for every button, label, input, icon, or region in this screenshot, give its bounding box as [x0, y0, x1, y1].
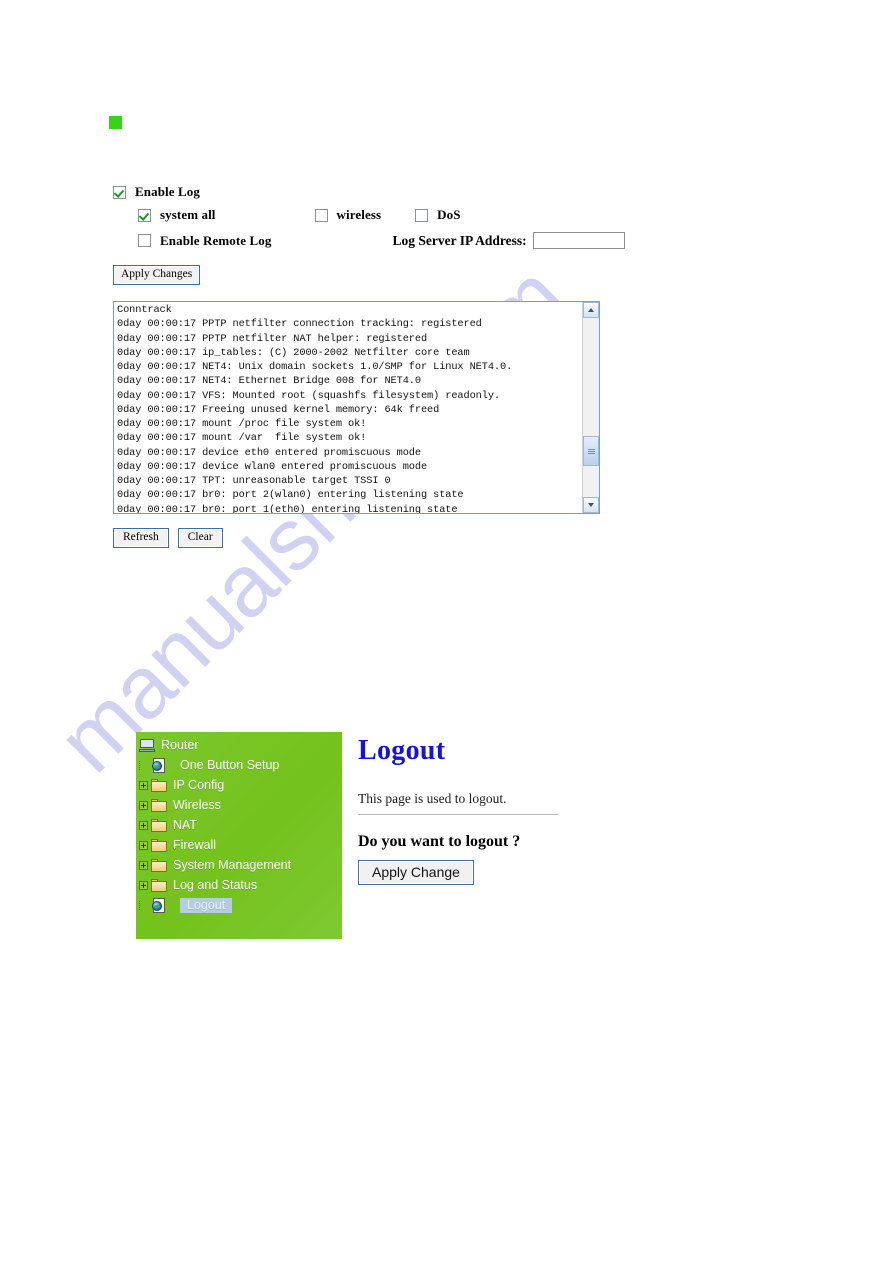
log-server-ip-input[interactable] [532, 232, 625, 249]
expand-plus-icon[interactable] [139, 860, 148, 870]
sidebar-label-one-button-setup: One Button Setup [180, 758, 280, 772]
page-description: This page is used to logout. [358, 791, 558, 815]
wireless-checkbox[interactable] [314, 208, 328, 222]
sidebar-item-ip-config[interactable]: IP Config [136, 775, 342, 795]
log-server-ip-label: Log Server IP Address: [392, 232, 527, 248]
wireless-label: wireless [336, 207, 382, 222]
grip-icon [587, 448, 595, 454]
enable-log-checkbox[interactable] [113, 185, 126, 199]
sidebar-item-firewall[interactable]: Firewall [136, 835, 342, 855]
expand-plus-icon[interactable] [139, 800, 148, 810]
tree-spacer [139, 760, 149, 770]
router-admin-panel: Router One Button Setup IP Config Wirele… [136, 732, 582, 939]
clear-button[interactable]: Clear [177, 528, 223, 548]
log-types-row: system all wireless DoS [138, 207, 613, 223]
logout-question: Do you want to logout ? [358, 833, 521, 850]
sidebar-label-router: Router [161, 738, 199, 752]
sidebar-label-logout: Logout [180, 897, 233, 913]
system-log-content: Conntrack 0day 00:00:17 PPTP netfilter c… [117, 304, 513, 513]
sidebar-item-logout[interactable]: Logout [136, 895, 342, 915]
section-bullet-marker [109, 116, 122, 129]
sidebar-item-wireless[interactable]: Wireless [136, 795, 342, 815]
sidebar-label-wireless: Wireless [173, 798, 221, 812]
log-action-buttons: Refresh Clear [113, 528, 223, 548]
folder-icon [151, 778, 167, 792]
page-globe-icon [152, 757, 166, 773]
sidebar-item-log-and-status[interactable]: Log and Status [136, 875, 342, 895]
sidebar-label-log-and-status: Log and Status [173, 878, 258, 892]
sidebar-item-router[interactable]: Router [136, 735, 342, 755]
scroll-down-button[interactable] [583, 497, 599, 513]
sidebar-item-system-management[interactable]: System Management [136, 855, 342, 875]
sidebar-label-nat: NAT [173, 818, 198, 832]
monitor-icon [139, 738, 155, 752]
folder-icon [151, 798, 167, 812]
scrollbar-thumb[interactable] [583, 436, 599, 466]
chevron-up-icon [588, 308, 594, 312]
page-globe-icon [152, 897, 166, 913]
folder-icon [151, 838, 167, 852]
chevron-down-icon [588, 503, 594, 507]
navigation-sidebar: Router One Button Setup IP Config Wirele… [136, 732, 342, 939]
folder-icon [151, 818, 167, 832]
enable-remote-log-checkbox[interactable] [138, 234, 151, 247]
enable-log-row: Enable Log [113, 184, 613, 200]
sidebar-label-firewall: Firewall [173, 838, 217, 852]
expand-plus-icon[interactable] [139, 840, 148, 850]
sidebar-label-ip-config: IP Config [173, 778, 225, 792]
enable-remote-log-label: Enable Remote Log [160, 232, 272, 248]
remote-log-row: Enable Remote Log Log Server IP Address: [138, 232, 625, 249]
system-log-textarea[interactable]: Conntrack 0day 00:00:17 PPTP netfilter c… [113, 301, 600, 514]
log-settings-form: Enable Log system all wireless DoS Enabl… [113, 184, 625, 249]
system-all-checkbox[interactable] [138, 208, 151, 222]
dos-checkbox[interactable] [415, 208, 429, 222]
expand-plus-icon[interactable] [139, 780, 148, 790]
enable-log-label: Enable Log [135, 184, 200, 199]
apply-change-button[interactable]: Apply Change [358, 860, 474, 885]
expand-plus-icon[interactable] [139, 820, 148, 830]
system-all-label: system all [160, 207, 216, 222]
log-scrollbar[interactable] [582, 302, 599, 513]
apply-changes-button[interactable]: Apply Changes [113, 265, 201, 285]
logout-content-pane: Logout This page is used to logout. Do y… [358, 732, 582, 939]
folder-icon [151, 858, 167, 872]
expand-plus-icon[interactable] [139, 880, 148, 890]
dos-label: DoS [437, 207, 461, 222]
sidebar-label-system-management: System Management [173, 858, 292, 872]
refresh-button[interactable]: Refresh [113, 528, 169, 548]
scroll-up-button[interactable] [583, 302, 599, 318]
sidebar-item-one-button-setup[interactable]: One Button Setup [136, 755, 342, 775]
page-title: Logout [358, 735, 446, 766]
tree-spacer [139, 900, 149, 910]
folder-icon [151, 878, 167, 892]
sidebar-item-nat[interactable]: NAT [136, 815, 342, 835]
